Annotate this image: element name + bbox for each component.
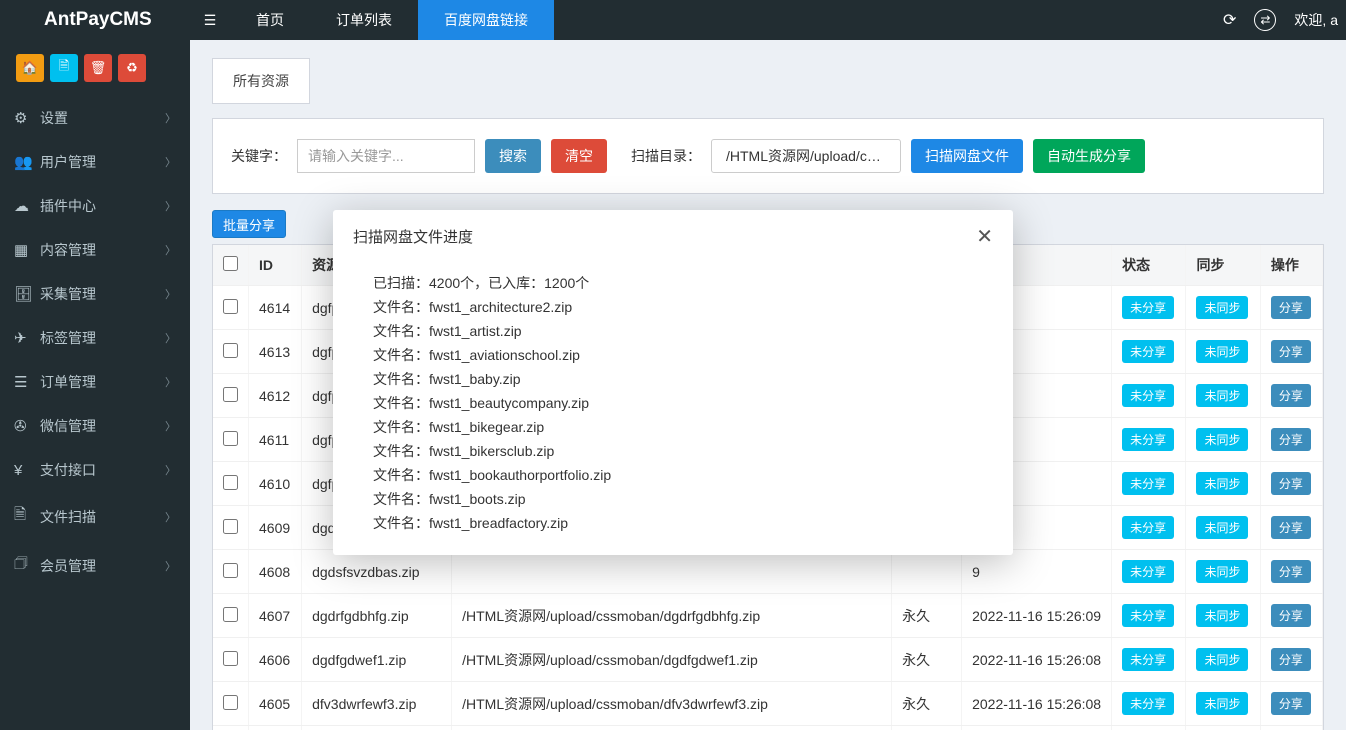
modal-title: 扫描网盘文件进度 — [353, 226, 473, 247]
modal-body[interactable]: 已扫描：4200个，已入库：1200个 文件名：fwst1_architectu… — [333, 263, 1013, 555]
modal-overlay: 扫描网盘文件进度 ✕ 已扫描：4200个，已入库：1200个 文件名：fwst1… — [0, 0, 1346, 730]
scan-file-line: 文件名：fwst1_aviationschool.zip — [373, 343, 981, 367]
scan-summary: 已扫描：4200个，已入库：1200个 — [373, 271, 981, 295]
close-icon[interactable]: ✕ — [976, 224, 993, 249]
scan-file-line: 文件名：fwst1_breadfactory.zip — [373, 511, 981, 535]
scan-file-line: 文件名：fwst1_bikersclub.zip — [373, 439, 981, 463]
scan-file-line: 文件名：fwst1_bookauthorportfolio.zip — [373, 463, 981, 487]
scan-progress-modal: 扫描网盘文件进度 ✕ 已扫描：4200个，已入库：1200个 文件名：fwst1… — [333, 210, 1013, 555]
scan-file-line: 文件名：fwst1_bikegear.zip — [373, 415, 981, 439]
scan-file-line: 文件名：fwst1_baby.zip — [373, 367, 981, 391]
scan-file-line: 文件名：fwst1_artist.zip — [373, 319, 981, 343]
scan-file-line: 文件名：fwst1_architecture2.zip — [373, 295, 981, 319]
scan-file-line: 文件名：fwst1_beautycompany.zip — [373, 391, 981, 415]
scan-file-line: 文件名：fwst1_boots.zip — [373, 487, 981, 511]
